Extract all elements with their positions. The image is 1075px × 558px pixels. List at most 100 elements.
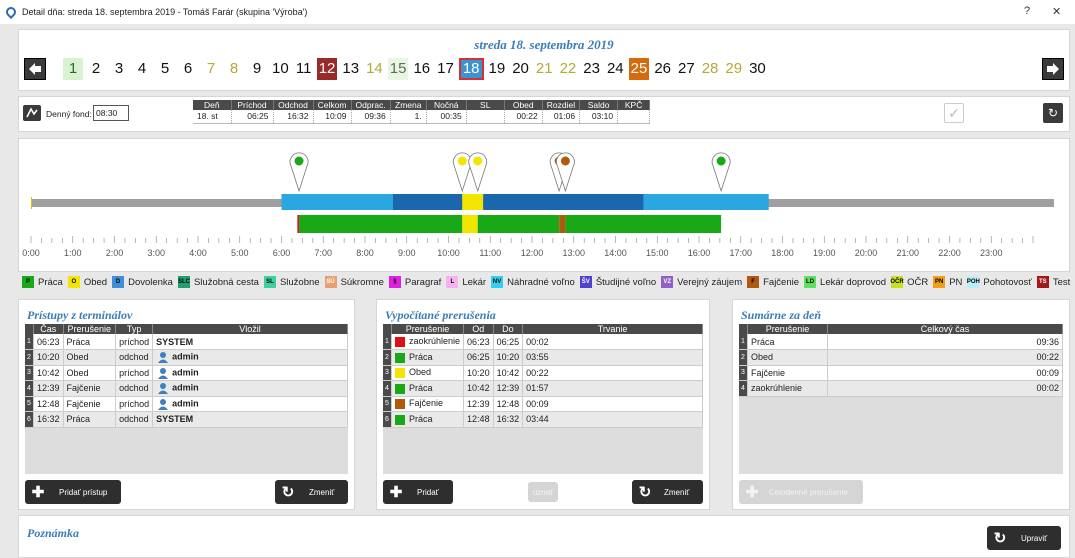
day-26[interactable]: 26 [652,58,673,80]
day-3[interactable]: 3 [109,58,129,80]
work-segment[interactable] [477,215,560,233]
confirm-check-button[interactable]: ✓ [944,103,964,123]
plan-segment[interactable] [392,194,463,210]
col-interruption[interactable]: Prerušenie [747,324,828,334]
table-row[interactable]: 5 12:48 Fajčenie príchod admin [25,396,348,412]
plan-segment[interactable] [281,194,393,210]
terminal-pin-icon[interactable] [468,152,488,193]
summary-col-11: KPČ [617,100,651,110]
work-segment[interactable] [297,215,300,233]
day-15[interactable]: 15 [387,58,409,80]
day-10[interactable]: 10 [270,58,291,80]
day-7[interactable]: 7 [201,58,221,80]
add-access-button[interactable]: ✚ Pridať prístup [25,480,121,504]
table-row[interactable]: 3 Obed 10:20 10:42 00:22 [383,365,703,381]
day-16[interactable]: 16 [411,58,432,80]
table-row[interactable]: 2 10:20 Obed odchod admin [25,349,348,366]
col-interruption[interactable]: Prerušenie [63,324,117,334]
next-day-button[interactable] [1042,58,1064,80]
col-inserted-by[interactable]: Vložil [152,324,348,334]
legend-item: O Obed [67,276,107,288]
row-number: 4 [383,380,392,397]
day-18[interactable]: 18 [458,58,484,80]
legend-item: P Práca [22,276,63,288]
table-row[interactable]: 1 zaokrúhlenie 06:23 06:25 00:02 [383,334,703,350]
table-cell: zaokrúhlenie [747,380,828,397]
day-19[interactable]: 19 [487,58,508,80]
change-interruption-button[interactable]: ↻ Zmeniť [632,480,703,504]
day-11[interactable]: 11 [294,58,314,80]
legend-item: SÚ Súkromne [324,276,384,288]
work-segment[interactable] [559,215,566,233]
summary-col-0: Deň [193,100,232,110]
col-duration[interactable]: Trvanie [522,324,703,334]
prev-day-button[interactable] [24,58,46,80]
work-segment[interactable] [462,215,478,233]
day-1[interactable]: 1 [63,58,83,80]
day-9[interactable]: 9 [247,58,267,80]
day-6[interactable]: 6 [178,58,198,80]
refresh-button[interactable]: ↻ [1043,103,1063,123]
table-cell: 10:20 [33,349,64,366]
add-interruption-label: Pridať [417,487,439,497]
table-row[interactable]: 4 12:39 Fajčenie odchod admin [25,380,348,397]
day-4[interactable]: 4 [132,58,152,80]
plan-segment[interactable] [643,194,769,210]
close-button[interactable]: ✕ [1052,5,1061,18]
table-row[interactable]: 2 Práca 06:25 10:20 03:55 [383,349,703,366]
help-button[interactable]: ? [1024,5,1030,17]
day-25[interactable]: 25 [628,58,650,80]
work-segment[interactable] [565,215,722,233]
day-20[interactable]: 20 [510,58,531,80]
day-28[interactable]: 28 [700,58,721,80]
day-29[interactable]: 29 [723,58,744,80]
table-row[interactable]: 6 Práca 12:48 16:32 03:44 [383,411,703,428]
change-access-button[interactable]: ↻ Zmeniť [275,480,348,504]
col-from[interactable]: Od [463,324,494,334]
day-23[interactable]: 23 [581,58,602,80]
plan-segment[interactable] [462,194,484,210]
col-type[interactable]: Typ [115,324,154,334]
all-day-interruption-button[interactable]: ✚ Celodenné prerušenie [739,480,863,504]
day-24[interactable]: 24 [605,58,626,80]
table-row[interactable]: 1 Práca 09:36 [739,334,1063,350]
table-row[interactable]: 3 Fajčenie 00:09 [739,365,1063,381]
terminal-pin-icon[interactable] [289,152,309,193]
day-14[interactable]: 14 [364,58,385,80]
day-8[interactable]: 8 [224,58,244,80]
change-interruption-label: Zmeniť [664,487,690,497]
add-interruption-button[interactable]: ✚ Pridať [383,480,453,504]
table-row[interactable]: 1 06:23 Práca príchod SYSTEM [25,334,348,350]
edit-note-button[interactable]: ↻ Upraviť [987,526,1061,550]
day-13[interactable]: 13 [340,58,361,80]
table-row[interactable]: 6 16:32 Práca odchod SYSTEM [25,411,348,428]
col-to[interactable]: Do [493,324,524,334]
terminal-pin-icon[interactable] [452,152,472,193]
day-21[interactable]: 21 [534,58,555,80]
legend-label: Test [1052,276,1071,288]
table-row[interactable]: 2 Obed 00:22 [739,349,1063,366]
fund-input[interactable]: 08:30 [93,105,129,121]
day-2[interactable]: 2 [86,58,106,80]
work-segment[interactable] [299,215,463,233]
day-27[interactable]: 27 [676,58,697,80]
daily-summary-panel: Sumárne za deň Prerušenie Celkový čas 1 Pr… [732,299,1070,510]
col-interruption[interactable]: Prerušenie [391,324,465,334]
day-5[interactable]: 5 [155,58,175,80]
approve-button[interactable]: uznať [528,482,558,502]
day-30[interactable]: 30 [747,58,768,80]
col-total-time[interactable]: Celkový čas [827,324,1063,334]
table-row[interactable]: 4 Práca 10:42 12:39 01:57 [383,380,703,397]
table-row[interactable]: 3 10:42 Obed príchod admin [25,365,348,381]
hour-label: 4:00 [189,248,207,258]
table-row[interactable]: 5 Fajčenie 12:39 12:48 00:09 [383,396,703,412]
table-cell: 06:25 [463,349,494,366]
col-time[interactable]: Čas [33,324,64,334]
day-17[interactable]: 17 [435,58,456,80]
day-22[interactable]: 22 [558,58,579,80]
day-12[interactable]: 12 [316,58,338,80]
plan-segment[interactable] [483,194,644,210]
terminal-pin-icon[interactable] [711,152,731,193]
timeline-chart: 0:00 1:00 2:00 3:00 4:00 5:00 6:00 7:00 8:00 9:00… [22,152,1054,258]
table-row[interactable]: 4 zaokrúhlenie 00:02 [739,380,1063,397]
